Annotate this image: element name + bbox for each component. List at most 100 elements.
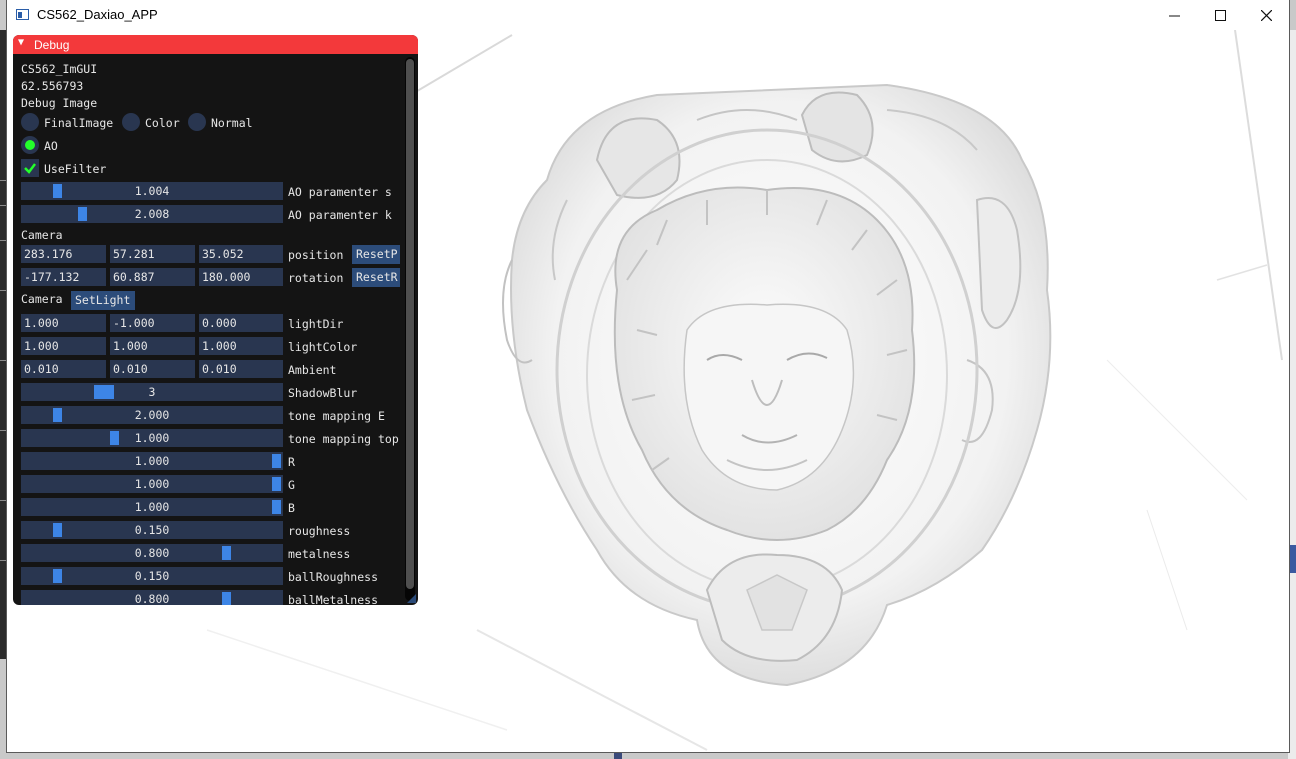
field-value: -177.132 — [24, 270, 80, 284]
field-value: 0.000 — [202, 316, 237, 330]
position-z-field[interactable]: 35.052 — [199, 245, 283, 263]
scrollbar-thumb[interactable] — [406, 59, 414, 589]
ao-s-label: AO paramenter s — [288, 185, 392, 199]
ao-k-label: AO paramenter k — [288, 208, 392, 222]
lightcolor-x-field[interactable]: 1.000 — [21, 337, 106, 355]
ball-roughness-label: ballRoughness — [288, 570, 379, 584]
g-label: G — [288, 478, 295, 492]
slider-value: 2.008 — [134, 207, 170, 221]
field-value: 1.000 — [24, 339, 59, 353]
lightcolor-label: lightColor — [288, 340, 358, 354]
slider-value: 0.800 — [134, 546, 170, 560]
close-icon — [1260, 9, 1272, 21]
radio-finalimage[interactable] — [21, 113, 39, 131]
camera-section-label: Camera — [21, 228, 63, 242]
button-label: ResetR — [356, 270, 398, 284]
debug-image-label: Debug Image — [21, 96, 98, 110]
field-value: 1.000 — [24, 316, 59, 330]
close-button[interactable] — [1243, 0, 1289, 30]
roughness-label: roughness — [288, 524, 351, 538]
ambient-x-field[interactable]: 0.010 — [21, 360, 106, 378]
ao-k-slider[interactable]: 2.008 — [21, 205, 283, 223]
panel-scrollbar[interactable] — [405, 57, 415, 601]
debug-panel-title-bar[interactable]: ▼ Debug — [13, 35, 418, 54]
slider-value: 0.800 — [134, 592, 170, 605]
tone-mapping-e-slider[interactable]: 2.000 — [21, 406, 283, 424]
field-value: 35.052 — [202, 247, 244, 261]
fps-readout: 62.556793 — [21, 79, 84, 93]
lightcolor-z-field[interactable]: 1.000 — [199, 337, 283, 355]
tone-mapping-e-label: tone mapping E — [288, 409, 385, 423]
radio-ao[interactable] — [21, 136, 39, 154]
lightdir-x-field[interactable]: 1.000 — [21, 314, 106, 332]
app-window: CS562_Daxiao_APP ▼ Debug CS562_ImGUI 62.… — [7, 0, 1289, 752]
ball-metalness-label: ballMetalness — [288, 593, 379, 605]
b-slider[interactable]: 1.000 — [21, 498, 283, 516]
slider-value: 0.150 — [134, 523, 170, 537]
ambient-y-field[interactable]: 0.010 — [110, 360, 195, 378]
g-slider[interactable]: 1.000 — [21, 475, 283, 493]
reset-position-button[interactable]: ResetP — [352, 245, 400, 264]
roughness-slider[interactable]: 0.150 — [21, 521, 283, 539]
ball-roughness-slider[interactable]: 0.150 — [21, 567, 283, 585]
field-value: 1.000 — [202, 339, 237, 353]
rotation-z-field[interactable]: 180.000 — [199, 268, 283, 286]
maximize-button[interactable] — [1197, 0, 1243, 30]
slider-value: 3 — [148, 385, 156, 399]
radio-finalimage-label: FinalImage — [44, 116, 114, 130]
position-x-field[interactable]: 283.176 — [21, 245, 106, 263]
rotation-y-field[interactable]: 60.887 — [110, 268, 195, 286]
render-viewport[interactable]: ▼ Debug CS562_ImGUI 62.556793 Debug Imag… — [7, 30, 1289, 752]
ambient-label: Ambient — [288, 363, 337, 377]
ball-metalness-slider[interactable]: 0.800 — [21, 590, 283, 605]
field-value: 180.000 — [202, 270, 251, 284]
lightdir-y-field[interactable]: -1.000 — [110, 314, 195, 332]
field-value: 60.887 — [113, 270, 155, 284]
slider-value: 0.150 — [134, 569, 170, 583]
radio-normal-label: Normal — [211, 116, 253, 130]
field-value: 1.000 — [113, 339, 148, 353]
lightdir-z-field[interactable]: 0.000 — [199, 314, 283, 332]
ao-s-slider[interactable]: 1.004 — [21, 182, 283, 200]
ambient-z-field[interactable]: 0.010 — [199, 360, 283, 378]
lightcolor-y-field[interactable]: 1.000 — [110, 337, 195, 355]
radio-color[interactable] — [122, 113, 140, 131]
radio-normal[interactable] — [188, 113, 206, 131]
field-value: 57.281 — [113, 247, 155, 261]
position-label: position — [288, 248, 344, 262]
field-value: -1.000 — [113, 316, 155, 330]
rotation-x-field[interactable]: -177.132 — [21, 268, 106, 286]
slider-value: 1.000 — [134, 431, 170, 445]
reset-rotation-button[interactable]: ResetR — [352, 268, 400, 287]
collapse-arrow-icon[interactable]: ▼ — [18, 37, 24, 48]
button-label: ResetP — [356, 247, 398, 261]
panel-heading: CS562_ImGUI — [21, 62, 98, 76]
tone-mapping-top-slider[interactable]: 1.000 — [21, 429, 283, 447]
field-value: 283.176 — [24, 247, 73, 261]
position-y-field[interactable]: 57.281 — [110, 245, 195, 263]
button-label: SetLight — [75, 293, 131, 307]
shadow-blur-slider[interactable]: 3 — [21, 383, 283, 401]
shadow-blur-label: ShadowBlur — [288, 386, 358, 400]
r-slider[interactable]: 1.000 — [21, 452, 283, 470]
background-window-strip-right — [1288, 30, 1296, 759]
set-light-button[interactable]: SetLight — [71, 291, 135, 310]
metalness-slider[interactable]: 0.800 — [21, 544, 283, 562]
slider-value: 1.000 — [134, 500, 170, 514]
minimize-button[interactable] — [1151, 0, 1197, 30]
resize-grip[interactable] — [407, 594, 416, 603]
radio-color-label: Color — [145, 116, 180, 130]
title-bar[interactable]: CS562_Daxiao_APP — [7, 0, 1289, 30]
b-label: B — [288, 501, 295, 515]
use-filter-checkbox[interactable] — [21, 159, 39, 177]
debug-panel: ▼ Debug CS562_ImGUI 62.556793 Debug Imag… — [13, 35, 418, 605]
maximize-icon — [1214, 9, 1226, 21]
checkmark-icon — [24, 163, 36, 174]
tone-mapping-top-label: tone mapping top — [288, 432, 399, 446]
lightdir-label: lightDir — [288, 317, 344, 331]
app-icon — [16, 9, 29, 20]
minimize-icon — [1168, 15, 1180, 16]
window-title: CS562_Daxiao_APP — [37, 7, 158, 22]
rotation-label: rotation — [288, 271, 344, 285]
r-label: R — [288, 455, 295, 469]
